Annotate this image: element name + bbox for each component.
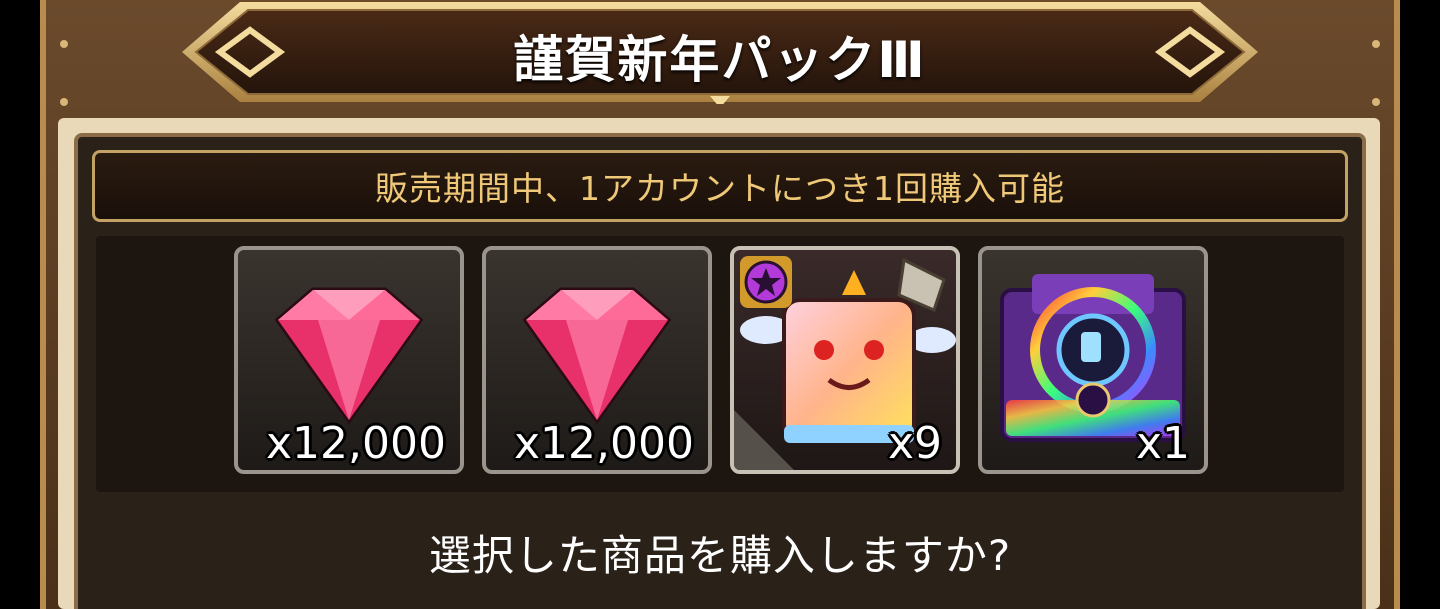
purchase-confirm-question: 選択した商品を購入しますか?	[428, 531, 1012, 580]
item-slot-treasure-chest[interactable]: x1	[978, 246, 1208, 474]
item-quantity: x1	[1135, 418, 1190, 469]
rivet	[1372, 40, 1380, 48]
rivet	[1372, 98, 1380, 106]
dialog-title: 謹賀新年パックⅢ	[513, 31, 927, 89]
title-banner: 謹賀新年パックⅢ	[180, 0, 1260, 108]
rivet	[60, 98, 68, 106]
star-badge-icon	[740, 256, 792, 308]
rivet	[60, 40, 68, 48]
item-quantity: x12,000	[266, 418, 446, 469]
notice-text: 販売期間中、1アカウントにつき1回購入可能	[375, 169, 1065, 208]
item-quantity: x12,000	[514, 418, 694, 469]
item-quantity: x9	[887, 418, 942, 469]
item-slot-gem-1[interactable]: x12,000	[234, 246, 464, 474]
item-slot-cube-pet[interactable]: x9	[730, 246, 960, 474]
item-slot-gem-2[interactable]: x12,000	[482, 246, 712, 474]
purchase-limit-notice: 販売期間中、1アカウントにつき1回購入可能	[92, 150, 1348, 222]
